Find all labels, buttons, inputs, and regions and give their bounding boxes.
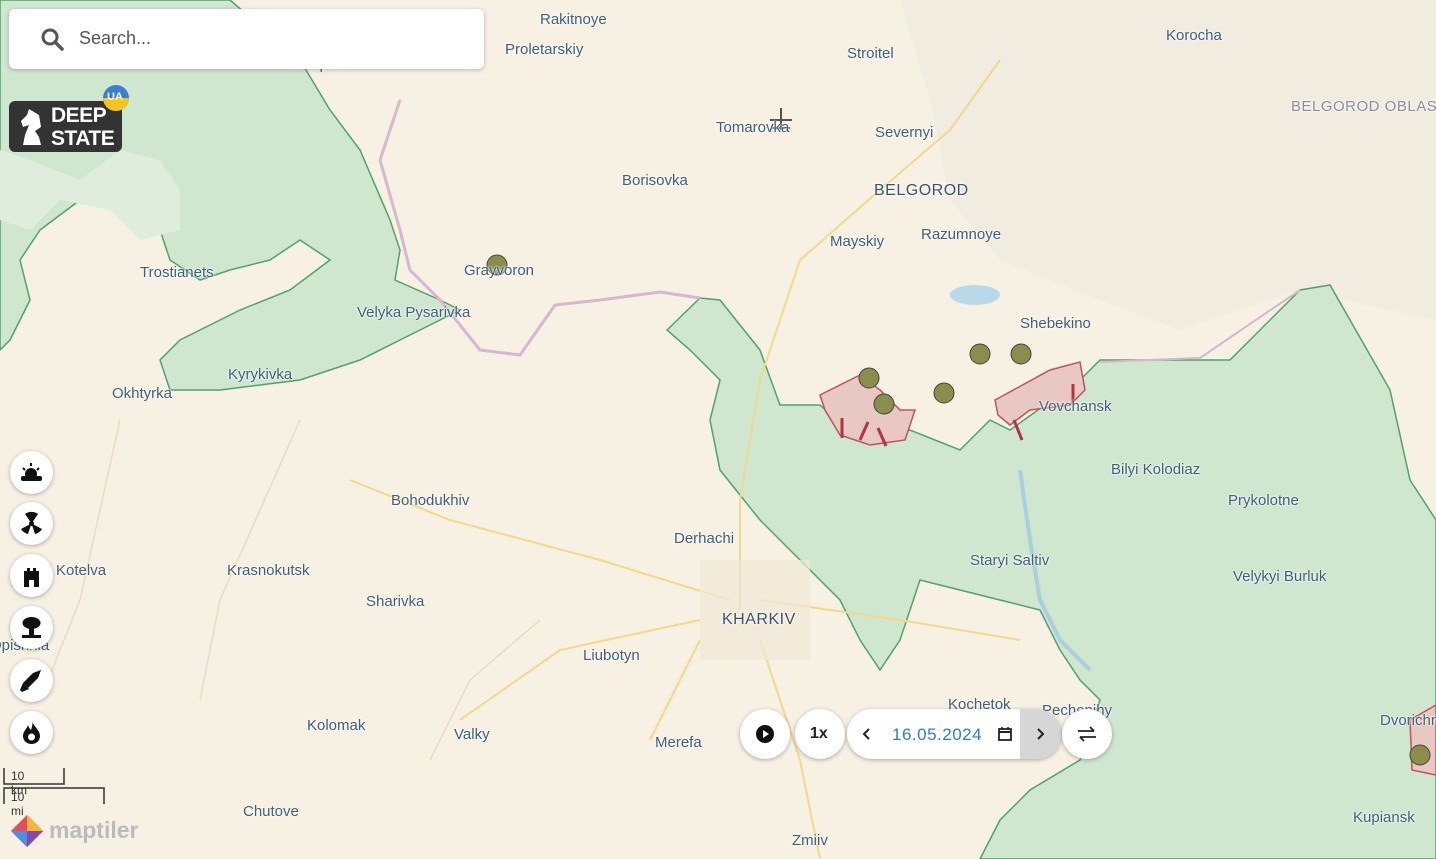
tool-missile[interactable] — [10, 659, 53, 702]
chevron-left-icon[interactable] — [859, 726, 875, 742]
city-label[interactable]: Prykolotne — [1228, 492, 1299, 509]
play-button[interactable] — [740, 709, 790, 759]
city-label[interactable]: Valky — [454, 726, 490, 743]
missile-icon — [20, 670, 41, 692]
maptiler-attribution[interactable]: maptiler — [9, 813, 138, 854]
tool-fortification[interactable] — [10, 554, 53, 597]
logo-line1: DEEP — [51, 104, 107, 127]
tool-explosion[interactable] — [10, 606, 53, 649]
city-label[interactable]: BELGOROD — [874, 182, 969, 200]
city-label[interactable]: Sharivka — [366, 593, 424, 610]
city-label[interactable]: Merefa — [655, 734, 702, 751]
city-label[interactable]: Trostianets — [140, 264, 214, 281]
city-label[interactable]: Korocha — [1166, 27, 1222, 44]
search-bar[interactable]: Search... — [9, 9, 484, 69]
city-label[interactable]: Kolomak — [307, 717, 365, 734]
tool-fire[interactable] — [10, 711, 53, 754]
city-label[interactable]: Kyrykivka — [228, 366, 292, 383]
chess-knight-icon — [21, 109, 41, 145]
city-label[interactable]: Zmiiv — [792, 832, 828, 849]
chevron-right-icon — [1037, 728, 1045, 740]
search-input[interactable]: Search... — [79, 28, 151, 49]
city-label[interactable]: Tomarovka — [716, 119, 789, 136]
city-label[interactable]: BELGOROD OBLAS — [1291, 98, 1436, 115]
city-label[interactable]: Grayvoron — [464, 262, 534, 279]
city-label[interactable]: Velyka Pysarivka — [357, 304, 470, 321]
city-label[interactable]: Razumnoye — [921, 226, 1001, 243]
ua-flag-badge: UA — [103, 85, 129, 111]
search-icon — [41, 28, 64, 51]
date-value[interactable]: 16.05.2024 — [892, 725, 982, 745]
tool-radiation[interactable] — [10, 502, 53, 545]
swap-arrows-icon — [1078, 726, 1096, 742]
city-label[interactable]: Shebekino — [1020, 315, 1091, 332]
city-label[interactable]: Chutove — [243, 803, 299, 820]
date-picker[interactable]: 16.05.2024 — [847, 709, 1061, 759]
city-label[interactable]: Kotelva — [56, 562, 106, 579]
city-label[interactable]: Mayskiy — [830, 233, 884, 250]
compare-button[interactable] — [1062, 709, 1112, 759]
speed-button[interactable]: 1x — [795, 709, 845, 759]
logo-line2: STATE — [51, 127, 115, 150]
city-label[interactable]: Krasnokutsk — [227, 562, 310, 579]
city-label[interactable]: Derhachi — [674, 530, 734, 547]
speed-label: 1x — [810, 725, 828, 742]
city-label[interactable]: Dvorichna — [1380, 712, 1436, 729]
fortification-icon — [24, 568, 39, 587]
weather-icon — [21, 463, 42, 481]
city-label[interactable]: Borisovka — [622, 172, 688, 189]
city-label[interactable]: Vovchansk — [1039, 398, 1112, 415]
city-label[interactable]: Proletarskiy — [505, 41, 583, 58]
play-icon — [756, 725, 774, 743]
city-label[interactable]: Bilyi Kolodiaz — [1111, 461, 1200, 478]
calendar-icon[interactable] — [997, 726, 1013, 742]
maptiler-logo-icon — [11, 815, 43, 847]
city-label[interactable]: Stroitel — [847, 45, 894, 62]
radiation-icon — [21, 511, 42, 534]
explosion-icon — [22, 617, 41, 638]
fire-icon — [23, 721, 40, 744]
tool-weather[interactable] — [10, 451, 53, 494]
city-label[interactable]: Velykyi Burluk — [1233, 568, 1326, 585]
city-label[interactable]: Liubotyn — [583, 647, 640, 664]
city-label[interactable]: Kupiansk — [1353, 809, 1415, 826]
city-label[interactable]: Rakitnoye — [540, 11, 607, 28]
city-label[interactable]: Okhtyrka — [112, 385, 172, 402]
city-label[interactable]: KHARKIV — [722, 611, 796, 629]
city-label[interactable]: Severnyi — [875, 124, 933, 141]
city-label[interactable]: Bohodukhiv — [391, 492, 469, 509]
maptiler-text: maptiler — [49, 817, 139, 843]
city-label[interactable]: Staryi Saltiv — [970, 552, 1049, 569]
